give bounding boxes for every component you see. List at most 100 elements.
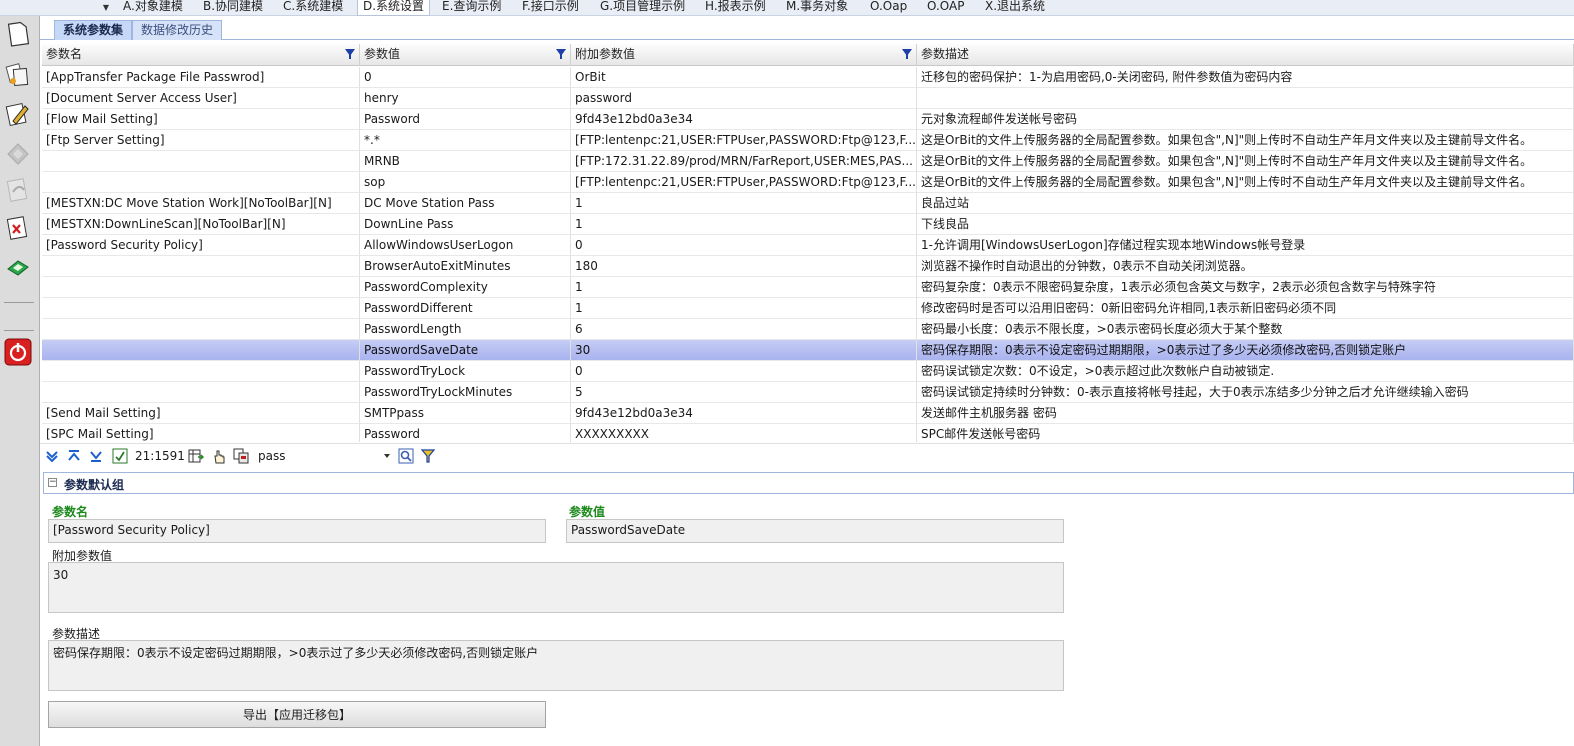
cell-param-value[interactable]: DC Move Station Pass (360, 193, 571, 214)
disabled-diamond-icon[interactable] (4, 140, 32, 168)
cell-param-name[interactable] (42, 256, 360, 277)
menu-item-oap[interactable]: O.Oap (865, 0, 912, 16)
cell-param-name[interactable]: [Send Mail Setting] (42, 403, 360, 424)
cell-param-name[interactable]: [MESTXN:DownLineScan][NoToolBar][N] (42, 214, 360, 235)
cell-description[interactable]: 元对象流程邮件发送帐号密码 (917, 109, 1574, 130)
table-row[interactable]: [SPC Mail Setting] Password XXXXXXXXX SPC邮件… (42, 424, 1574, 442)
cell-description[interactable]: 密码最小长度：0表示不限长度，>0表示密码长度必须大于某个整数 (917, 319, 1574, 340)
copy-records-icon[interactable] (233, 448, 249, 464)
cell-description[interactable]: SPC邮件发送帐号密码 (917, 424, 1574, 442)
cell-param-name[interactable]: [Password Security Policy] (42, 235, 360, 256)
cell-param-value[interactable]: PasswordComplexity (360, 277, 571, 298)
menu-item-system-settings[interactable]: D.系统设置 (357, 0, 431, 16)
cell-extra-value[interactable]: 9fd43e12bd0a3e34 (571, 403, 917, 424)
edit-pencil-icon[interactable] (4, 100, 32, 128)
menu-item-query-examples[interactable]: E.查询示例 (437, 0, 506, 16)
cell-param-value[interactable]: PasswordDifferent (360, 298, 571, 319)
cell-param-value[interactable]: PasswordSaveDate (360, 340, 571, 361)
menu-item-exit-system[interactable]: X.退出系统 (980, 0, 1050, 16)
cell-extra-value[interactable]: 1 (571, 277, 917, 298)
tab-system-parameters[interactable]: 系统参数集 (54, 20, 133, 40)
table-row[interactable]: PasswordSaveDate 30 密码保存期限：0表示不设定密码过期期限，>0… (42, 340, 1574, 361)
last-record-icon[interactable] (88, 448, 104, 464)
table-row[interactable]: MRNB [FTP:172.31.22.89/prod/MRN/FarReport… (42, 151, 1574, 172)
cell-extra-value[interactable]: 30 (571, 340, 917, 361)
refresh-record-icon[interactable] (112, 448, 128, 464)
cell-param-value[interactable]: BrowserAutoExitMinutes (360, 256, 571, 277)
column-header-description[interactable]: 参数描述 (917, 44, 1574, 66)
table-row[interactable]: [MESTXN:DC Move Station Work][NoToolBar]… (42, 193, 1574, 214)
cell-param-value[interactable]: PasswordLength (360, 319, 571, 340)
cell-param-name[interactable] (42, 382, 360, 403)
table-row[interactable]: [MESTXN:DownLineScan][NoToolBar][N] DownL… (42, 214, 1574, 235)
filter-icon[interactable] (345, 49, 355, 59)
cell-param-name[interactable] (42, 151, 360, 172)
cell-description[interactable] (917, 88, 1574, 109)
filter-icon[interactable] (556, 49, 566, 59)
cell-description[interactable]: 良品过站 (917, 193, 1574, 214)
new-document-icon[interactable] (4, 20, 32, 48)
cell-extra-value[interactable]: [FTP:172.31.22.89/prod/MRN/FarReport,USE… (571, 151, 917, 172)
cell-param-name[interactable]: [Document Server Access User] (42, 88, 360, 109)
cell-param-value[interactable]: DownLine Pass (360, 214, 571, 235)
cell-description[interactable]: 修改密码时是否可以沿用旧密码：0新旧密码允许相同,1表示新旧密码必须不同 (917, 298, 1574, 319)
column-header-param-value[interactable]: 参数值 (360, 44, 571, 66)
table-row[interactable]: [Ftp Server Setting] *.* [FTP:lentenpc:21,… (42, 130, 1574, 151)
cell-extra-value[interactable]: [FTP:lentenpc:21,USER:FTPUser,PASSWORD:F… (571, 172, 917, 193)
cell-extra-value[interactable]: [FTP:lentenpc:21,USER:FTPUser,PASSWORD:F… (571, 130, 917, 151)
cell-param-name[interactable] (42, 277, 360, 298)
table-row[interactable]: PasswordTryLock 0 密码误试锁定次数：0不设定，>0表示超过此次数帐… (42, 361, 1574, 382)
cell-description[interactable]: 密码误试锁定次数：0不设定，>0表示超过此次数帐户自动被锁定. (917, 361, 1574, 382)
menu-item-oap-upper[interactable]: O.OAP (922, 0, 969, 16)
cell-param-value[interactable]: MRNB (360, 151, 571, 172)
cell-extra-value[interactable]: 0 (571, 361, 917, 382)
cell-param-value[interactable]: Password (360, 424, 571, 442)
cell-param-name[interactable] (42, 319, 360, 340)
cell-param-value[interactable]: 0 (360, 67, 571, 88)
cell-extra-value[interactable]: XXXXXXXXX (571, 424, 917, 442)
param-name-field[interactable]: [Password Security Policy] (48, 519, 546, 543)
cell-description[interactable]: 这是OrBit的文件上传服务器的全局配置参数。如果包含",N]"则上传时不自动生… (917, 130, 1574, 151)
table-row[interactable]: PasswordComplexity 1 密码复杂度：0表示不限密码复杂度，1表示必… (42, 277, 1574, 298)
cell-param-name[interactable]: [Ftp Server Setting] (42, 130, 360, 151)
cell-param-name[interactable] (42, 340, 360, 361)
copy-document-icon[interactable] (4, 60, 32, 88)
filter-icon[interactable] (902, 49, 912, 59)
cell-description[interactable]: 密码保存期限：0表示不设定密码过期期限，>0表示过了多少天必须修改密码,否则锁定… (917, 340, 1574, 361)
cell-param-value[interactable]: SMTPpass (360, 403, 571, 424)
cell-param-value[interactable]: AllowWindowsUserLogon (360, 235, 571, 256)
cell-param-value[interactable]: PasswordTryLockMinutes (360, 382, 571, 403)
description-field[interactable]: 密码保存期限：0表示不设定密码过期期限，>0表示过了多少天必须修改密码,否则锁定… (48, 640, 1064, 691)
cell-param-value[interactable]: Password (360, 109, 571, 130)
table-row[interactable]: [AppTransfer Package File Passwrod] 0 OrBi… (42, 67, 1574, 88)
cell-param-name[interactable] (42, 172, 360, 193)
delete-document-icon[interactable] (4, 214, 32, 242)
cell-extra-value[interactable]: 9fd43e12bd0a3e34 (571, 109, 917, 130)
tab-data-modification-history[interactable]: 数据修改历史 (132, 20, 223, 40)
chevron-down-icon[interactable] (384, 454, 390, 458)
parameter-group-header[interactable]: − 参数默认组 (43, 472, 1574, 494)
table-row[interactable]: [Flow Mail Setting] Password 9fd43e12bd0a3… (42, 109, 1574, 130)
collapse-toggle-icon[interactable]: − (48, 478, 57, 487)
filter-icon[interactable] (420, 448, 436, 464)
save-green-icon[interactable] (4, 254, 32, 282)
menu-item-interface-examples[interactable]: F.接口示例 (517, 0, 584, 16)
menu-item-system-modeling[interactable]: C.系统建模 (278, 0, 348, 16)
hand-pointer-icon[interactable] (211, 448, 227, 464)
column-header-param-name[interactable]: 参数名 (42, 44, 360, 66)
table-row[interactable]: PasswordDifferent 1 修改密码时是否可以沿用旧密码：0新旧密码允许… (42, 298, 1574, 319)
expand-all-icon[interactable] (44, 448, 60, 464)
cell-param-name[interactable]: [SPC Mail Setting] (42, 424, 360, 442)
cell-param-value[interactable]: henry (360, 88, 571, 109)
cell-description[interactable]: 1-允许调用[WindowsUserLogon]存储过程实现本地Windows帐… (917, 235, 1574, 256)
column-chooser-icon[interactable] (188, 448, 204, 464)
cell-param-name[interactable] (42, 298, 360, 319)
cell-param-value[interactable]: sop (360, 172, 571, 193)
menu-dropdown-icon[interactable]: ▼ (100, 2, 112, 14)
power-exit-icon[interactable] (4, 338, 32, 366)
cell-description[interactable]: 密码复杂度：0表示不限密码复杂度，1表示必须包含英文与数字，2表示必须包含数字与… (917, 277, 1574, 298)
cell-param-name[interactable]: [MESTXN:DC Move Station Work][NoToolBar]… (42, 193, 360, 214)
cell-extra-value[interactable]: 1 (571, 214, 917, 235)
cell-extra-value[interactable]: 1 (571, 193, 917, 214)
cell-description[interactable]: 迁移包的密码保护：1-为启用密码,0-关闭密码, 附件参数值为密码内容 (917, 67, 1574, 88)
